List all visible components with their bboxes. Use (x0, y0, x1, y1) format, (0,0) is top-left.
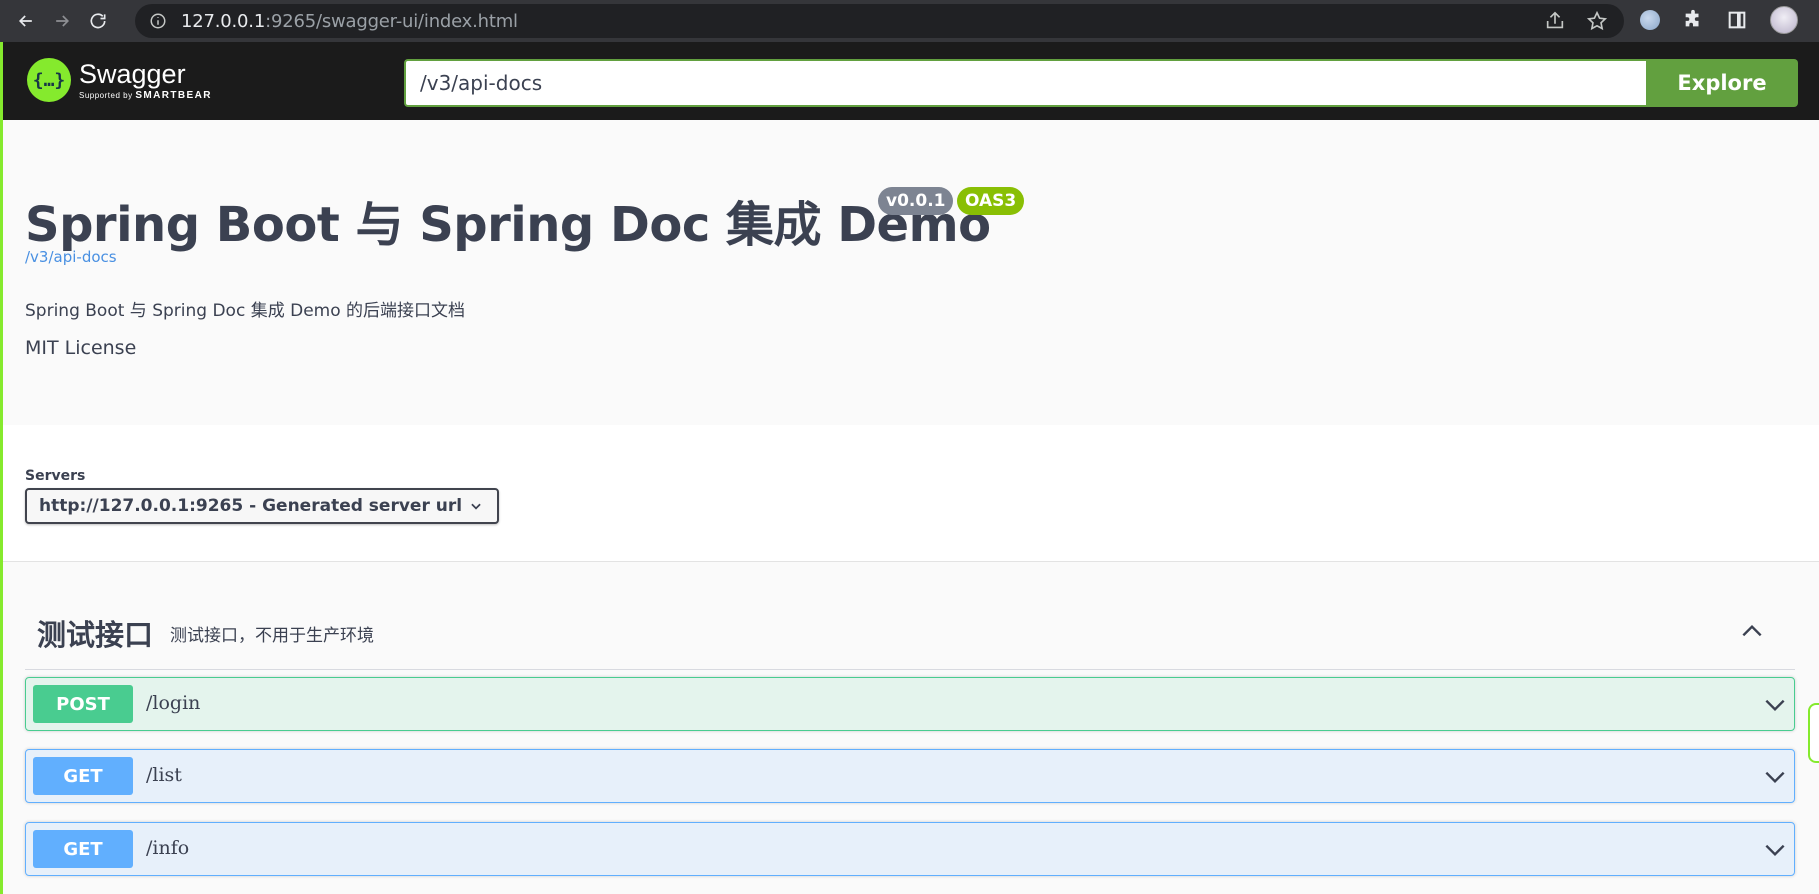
browser-toolbar: 127.0.0.1:9265/swagger-ui/index.html (0, 0, 1819, 42)
oas-badge: OAS3 (957, 187, 1025, 215)
swagger-logo[interactable]: {…} Swagger Supported by SMARTBEAR (27, 58, 212, 102)
logo-name: Swagger (79, 58, 186, 89)
chevron-up-icon[interactable] (1739, 618, 1765, 644)
swagger-topbar: {…} Swagger Supported by SMARTBEAR /v3/a… (0, 42, 1819, 120)
floating-side-widget[interactable] (1808, 703, 1819, 763)
license-link[interactable]: MIT License (25, 337, 136, 359)
tag-name: 测试接口 (37, 618, 154, 652)
side-panel-icon[interactable] (1726, 9, 1748, 31)
share-icon[interactable] (1544, 10, 1566, 32)
logo-subtitle: Supported by SMARTBEAR (79, 89, 212, 101)
operation-path: /info (146, 837, 190, 859)
api-description: Spring Boot 与 Spring Doc 集成 Demo 的后端接口文档 (25, 301, 466, 321)
address-url[interactable]: 127.0.0.1:9265/swagger-ui/index.html (181, 11, 518, 32)
site-info-icon[interactable] (149, 12, 167, 30)
method-badge: GET (33, 757, 133, 795)
chevron-down-icon[interactable] (1762, 837, 1788, 863)
operation-path: /list (146, 764, 182, 786)
servers-label: Servers (25, 468, 86, 484)
operation-get-info[interactable]: GET /info (25, 822, 1795, 876)
operation-path: /login (146, 692, 201, 714)
info-section: Spring Boot 与 Spring Doc 集成 Demo v0.0.1 … (3, 120, 1819, 425)
forward-icon[interactable] (44, 3, 80, 39)
tag-description: 测试接口，不用于生产环境 (170, 626, 374, 646)
spec-url-input[interactable]: /v3/api-docs (404, 59, 1646, 107)
bookmark-star-icon[interactable] (1586, 10, 1608, 32)
method-badge: POST (33, 685, 133, 723)
chevron-down-icon (471, 503, 481, 510)
method-badge: GET (33, 830, 133, 868)
profile-avatar[interactable] (1770, 6, 1798, 34)
server-select-value: http://127.0.0.1:9265 - Generated server… (39, 496, 463, 516)
explore-button[interactable]: Explore (1646, 59, 1798, 107)
address-bar[interactable]: 127.0.0.1:9265/swagger-ui/index.html (135, 4, 1624, 38)
spec-link[interactable]: /v3/api-docs (25, 248, 117, 266)
version-badge: v0.0.1 (878, 187, 954, 215)
page-title: Spring Boot 与 Spring Doc 集成 Demo (25, 197, 991, 253)
swagger-logo-icon: {…} (27, 58, 71, 102)
operation-get-list[interactable]: GET /list (25, 749, 1795, 803)
servers-section: Servers http://127.0.0.1:9265 - Generate… (3, 425, 1819, 562)
server-select[interactable]: http://127.0.0.1:9265 - Generated server… (25, 488, 499, 524)
reload-icon[interactable] (80, 3, 116, 39)
extensions-puzzle-icon[interactable] (1682, 9, 1704, 31)
chevron-down-icon[interactable] (1762, 692, 1788, 718)
back-icon[interactable] (8, 3, 44, 39)
extension-icon[interactable] (1640, 10, 1660, 30)
tag-section-header[interactable]: 测试接口 测试接口，不用于生产环境 (25, 590, 1795, 670)
chevron-down-icon[interactable] (1762, 764, 1788, 790)
operation-post-login[interactable]: POST /login (25, 677, 1795, 731)
